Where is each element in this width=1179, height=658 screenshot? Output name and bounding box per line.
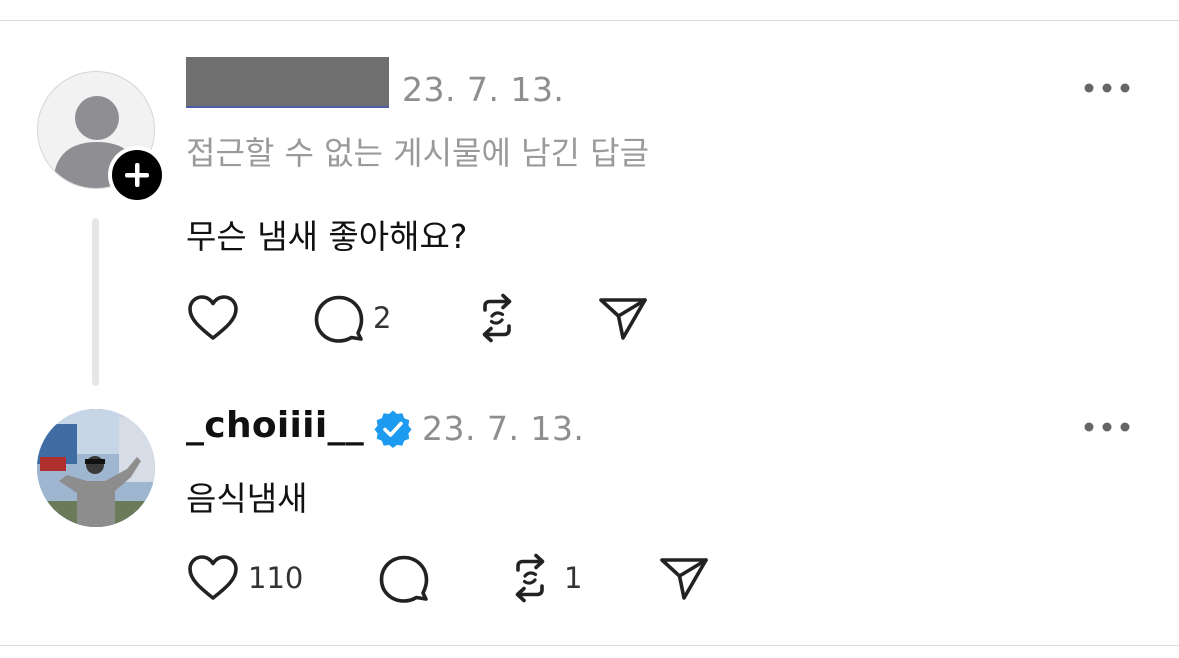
verified-badge-icon [374, 410, 412, 448]
inaccessible-post-context[interactable]: 접근할 수 없는 게시물에 남긴 답글 [186, 128, 649, 174]
reply-repost-button[interactable]: 1 [504, 552, 582, 604]
follow-button[interactable] [108, 146, 166, 204]
more-dots-icon [1084, 422, 1130, 432]
comment-count: 2 [373, 301, 392, 335]
reply-text: 음식냄새 [186, 479, 308, 518]
top-divider [0, 20, 1179, 21]
send-icon [660, 558, 708, 600]
reply-share-button[interactable] [658, 552, 710, 604]
comment-icon [379, 555, 429, 603]
more-dots-icon [1084, 83, 1130, 93]
more-options-button[interactable] [1083, 80, 1131, 96]
profile-photo [37, 409, 155, 527]
comment-button[interactable]: 2 [313, 292, 391, 344]
comment-icon [314, 295, 364, 343]
redacted-username [186, 57, 389, 108]
share-button[interactable] [597, 292, 649, 344]
reply-date: 23. 7. 13. [422, 409, 585, 448]
heart-icon [188, 295, 238, 340]
post-date: 23. 7. 13. [402, 70, 565, 109]
repost-button[interactable] [471, 292, 523, 344]
post-text: 무슨 냄새 좋아해요? [186, 217, 468, 256]
repost-icon [515, 553, 545, 603]
bottom-divider [0, 645, 1179, 646]
reply-more-options-button[interactable] [1083, 419, 1131, 435]
repost-count: 1 [564, 561, 583, 595]
repost-icon [482, 293, 512, 343]
send-icon [599, 298, 647, 340]
reply-username[interactable]: _choiiii__ [186, 405, 364, 446]
reply-comment-button[interactable] [378, 552, 430, 604]
user-avatar[interactable] [37, 409, 155, 527]
plus-icon [125, 163, 149, 187]
heart-icon [188, 555, 238, 600]
like-button[interactable] [186, 292, 240, 344]
like-count: 110 [248, 561, 304, 595]
reply-like-button[interactable]: 110 [186, 552, 303, 604]
thread-connector-line [92, 218, 99, 386]
